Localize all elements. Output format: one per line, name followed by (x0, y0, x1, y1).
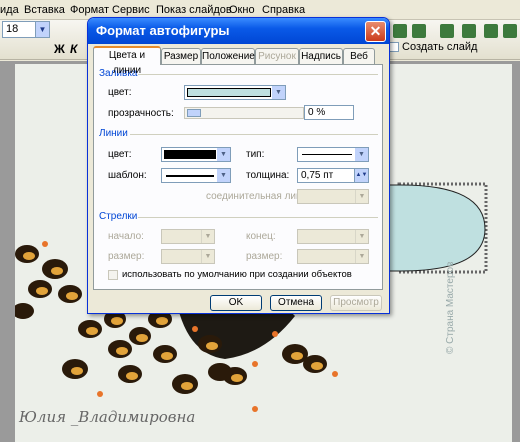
line-weight-value: 0,75 пт (301, 170, 334, 181)
arrange-icon[interactable] (484, 24, 498, 38)
fill-separator (138, 74, 378, 75)
arrows-group-label: Стрелки (99, 211, 138, 222)
chevron-down-icon: ▼ (217, 169, 230, 182)
connector-dropdown: ▼ (297, 189, 369, 204)
menu-help[interactable]: Справка (262, 3, 305, 17)
format-autoshape-dialog: Формат автофигуры ✕ Цвета и линии Размер… (87, 17, 390, 314)
arrow-end-label: конец: (246, 231, 276, 242)
line-weight-input[interactable]: 0,75 пт ▲▼ (297, 168, 369, 183)
slider-thumb[interactable] (187, 109, 201, 117)
line-color-label: цвет: (108, 149, 132, 160)
chevron-down-icon: ▼ (35, 22, 49, 37)
chevron-down-icon: ▼ (355, 148, 368, 161)
fill-color-dropdown[interactable]: ▼ (184, 85, 286, 100)
menu-insert[interactable]: Вставка (24, 3, 65, 17)
layout-icon[interactable] (412, 24, 426, 38)
arrow-end-size-label: размер: (246, 251, 283, 262)
watermark: © Страна Мастеров (445, 261, 456, 354)
menu-view[interactable]: ида (0, 3, 19, 17)
tab-position[interactable]: Положение (201, 48, 255, 64)
arrow-begin-size-dropdown: ▼ (161, 249, 215, 264)
tab-size[interactable]: Размер (161, 48, 201, 64)
use-default-checkbox[interactable] (108, 270, 118, 280)
arrows-separator (138, 217, 378, 218)
line-weight-label: толщина: (246, 170, 290, 181)
tab-picture: Рисунок (255, 48, 299, 64)
ok-button[interactable]: OK (210, 295, 262, 311)
use-default-label[interactable]: использовать по умолчанию при создании о… (122, 269, 352, 280)
fill-color-swatch (187, 88, 271, 97)
chevron-down-icon: ▼ (355, 250, 368, 263)
tab-web[interactable]: Веб (343, 48, 375, 64)
lines-group-label: Линии (99, 128, 128, 139)
cancel-button[interactable]: Отмена (270, 295, 322, 311)
fill-color-label: цвет: (108, 87, 132, 98)
transparency-label: прозрачность: (108, 108, 174, 119)
font-size-value: 18 (6, 23, 19, 35)
author-caption: Юлия _Владимировна (19, 408, 196, 426)
layout-icon[interactable] (393, 24, 407, 38)
lines-separator (130, 134, 378, 135)
close-icon: ✕ (369, 23, 382, 39)
bold-button[interactable]: Ж (54, 42, 65, 56)
menu-tools[interactable]: Сервис (112, 3, 150, 17)
arrow-begin-size-label: размер: (108, 251, 145, 262)
line-type-dropdown[interactable]: ▼ (297, 147, 369, 162)
dialog-titlebar[interactable]: Формат автофигуры (88, 18, 389, 44)
line-type-label: тип: (246, 149, 265, 160)
line-pattern-preview (166, 175, 214, 177)
arrow-end-size-dropdown: ▼ (297, 249, 369, 264)
transparency-input[interactable]: 0 % (304, 105, 354, 120)
line-color-dropdown[interactable]: ▼ (161, 147, 231, 162)
tab-panel: Заливка цвет: ▼ прозрачность: 0 % Линии … (93, 64, 383, 290)
chevron-down-icon: ▼ (355, 190, 368, 203)
arrange-icon[interactable] (503, 24, 517, 38)
chevron-down-icon: ▼ (201, 230, 214, 243)
menu-slideshow[interactable]: Показ слайдов (156, 3, 232, 17)
tab-colors-lines[interactable]: Цвета и линии (93, 46, 161, 76)
preview-button: Просмотр (330, 295, 382, 311)
arrange-icon[interactable] (440, 24, 454, 38)
transparency-slider[interactable] (184, 107, 304, 119)
arrow-end-dropdown: ▼ (297, 229, 369, 244)
chevron-down-icon: ▼ (272, 86, 285, 99)
create-slide-checkbox[interactable] (389, 42, 399, 52)
line-type-preview (302, 154, 352, 155)
chevron-down-icon: ▼ (201, 250, 214, 263)
transparency-value: 0 % (308, 107, 326, 118)
menu-format[interactable]: Формат (70, 3, 109, 17)
font-size-combo[interactable]: 18 ▼ (2, 21, 50, 38)
chevron-down-icon: ▼ (217, 148, 230, 161)
menu-window[interactable]: Окно (229, 3, 255, 17)
line-color-swatch (164, 150, 216, 159)
dialog-title: Формат автофигуры (96, 23, 230, 38)
chevron-down-icon: ▼ (355, 230, 368, 243)
line-pattern-label: шаблон: (108, 170, 147, 181)
arrange-icon[interactable] (462, 24, 476, 38)
line-pattern-dropdown[interactable]: ▼ (161, 168, 231, 183)
close-button[interactable]: ✕ (365, 21, 386, 42)
arrow-begin-label: начало: (108, 231, 144, 242)
italic-button[interactable]: К (70, 42, 77, 56)
spinner-icon[interactable]: ▲▼ (354, 169, 368, 182)
create-slide-label[interactable]: Создать слайд (402, 41, 477, 53)
arrow-begin-dropdown: ▼ (161, 229, 215, 244)
tab-textbox[interactable]: Надпись (299, 48, 343, 64)
